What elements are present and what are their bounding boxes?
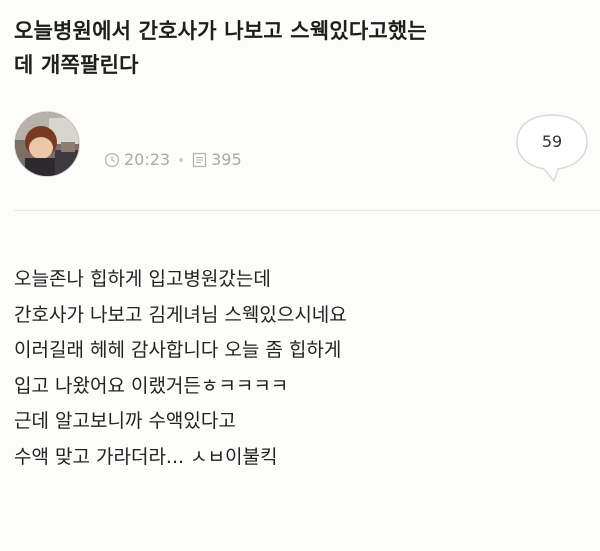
post-body-line: 간호사가 나보고 김게녀님 스웩있으시네요 [14, 303, 347, 326]
post-body-line: 오늘존나 힙하게 입고병원갔는데 [14, 268, 271, 290]
comment-count: 59 [541, 132, 563, 151]
view-count: 395 [211, 150, 242, 169]
post-body-line: 입고 나왔어요 이랬거든ㅎㅋㅋㅋㅋ [14, 374, 289, 397]
post-title-line: 데 개쪽팔린다 [14, 53, 139, 77]
avatar[interactable] [14, 111, 80, 177]
clock-icon [104, 152, 120, 167]
divider [14, 210, 600, 211]
post-body: 오늘존나 힙하게 입고병원갔는데 간호사가 나보고 김게녀님 스웩있으시네요 이… [14, 262, 586, 475]
post-body-line: 수액 맞고 가라더라... ㅅㅂ이불킥 [14, 445, 278, 468]
post-body-line: 이러길래 헤헤 감사합니다 오늘 좀 힙하게 [14, 339, 342, 361]
post-page: 오늘병원에서 간호사가 나보고 스웩있다고했는 데 개쪽팔린다 20:23 39… [0, 0, 600, 551]
comment-count-button[interactable]: 59 [514, 112, 590, 184]
document-icon [192, 152, 207, 167]
post-meta: 20:23 395 [104, 150, 242, 169]
separator-dot [179, 157, 184, 162]
post-body-line: 근데 알고보니까 수액있다고 [14, 410, 236, 432]
post-title-line: 오늘병원에서 간호사가 나보고 스웩있다고했는 [14, 19, 427, 43]
post-time: 20:23 [124, 150, 171, 169]
post-title: 오늘병원에서 간호사가 나보고 스웩있다고했는 데 개쪽팔린다 [14, 14, 586, 82]
avatar-image [15, 112, 79, 176]
